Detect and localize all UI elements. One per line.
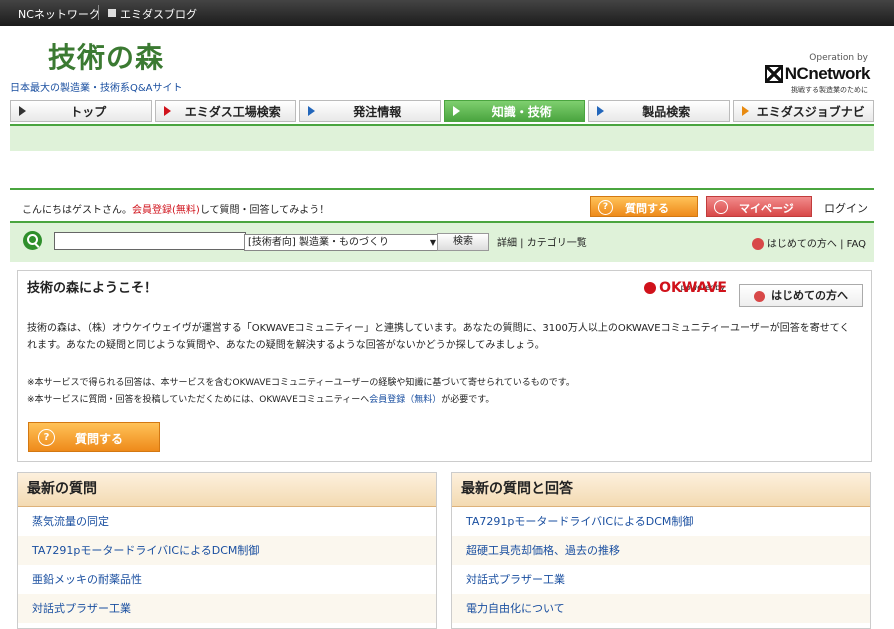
okwave-text: OKWAVE bbox=[659, 280, 727, 296]
okwave-heart-icon bbox=[644, 282, 657, 294]
nav-tab-label: エミダス工場検索 bbox=[184, 104, 281, 119]
arrow-icon bbox=[308, 106, 315, 116]
operation-by-label: Operation by bbox=[809, 53, 868, 63]
welcome-title: 技術の森にようこそ！ bbox=[27, 281, 158, 296]
first-visit-button[interactable]: はじめての方へ bbox=[739, 284, 863, 307]
nav-tab-orders[interactable]: 発注情報 bbox=[299, 100, 441, 122]
category-select[interactable]: [技術者向] 製造業・ものづくり bbox=[244, 234, 440, 251]
okwave-logo[interactable]: OKWAVE bbox=[644, 280, 727, 296]
search-input[interactable] bbox=[54, 232, 246, 250]
nc-logo-icon bbox=[764, 64, 783, 83]
note-text: ※本サービスに質問・回答を投稿していただくためには、OKWAVEコミュニティーへ bbox=[27, 395, 370, 405]
blog-icon bbox=[108, 9, 116, 17]
nav-tab-label: 知識・技術 bbox=[491, 104, 552, 119]
divider bbox=[98, 5, 99, 20]
people-icon bbox=[751, 238, 764, 250]
mypage-button[interactable]: マイページ bbox=[706, 196, 812, 217]
nc-network-logo[interactable]: NCnetwork bbox=[764, 64, 871, 84]
list-item[interactable]: 蒸気流量の同定 bbox=[18, 507, 436, 536]
nav-tab-product-search[interactable]: 製品検索 bbox=[588, 100, 730, 122]
ask-label: 質問する bbox=[625, 202, 669, 215]
emidas-blog-link[interactable]: エミダスブログ bbox=[120, 6, 197, 22]
search-icon bbox=[23, 231, 42, 250]
first-visit-links: はじめての方へ | FAQ bbox=[751, 235, 866, 250]
nc-network-subtitle: 挑戦する製造業のために bbox=[791, 86, 868, 94]
list-item[interactable]: TA7291pモータードライバICによるDCM制御 bbox=[452, 507, 870, 536]
search-links: 詳細 | カテゴリ一覧 bbox=[497, 238, 587, 249]
nc-logo-text: NCnetwork bbox=[784, 64, 871, 83]
search-bar: [技術者向] 製造業・ものづくり 検索 詳細 | カテゴリ一覧 はじめての方へ … bbox=[10, 221, 874, 262]
welcome-note-2: ※本サービスに質問・回答を投稿していただくためには、OKWAVEコミュニティーへ… bbox=[27, 392, 494, 405]
nav-tab-knowledge[interactable]: 知識・技術 bbox=[443, 100, 585, 122]
nc-network-link[interactable]: NCネットワーク bbox=[18, 6, 100, 22]
category-list-link[interactable]: カテゴリ一覧 bbox=[527, 238, 587, 249]
site-logo[interactable]: 技術の森 bbox=[48, 36, 164, 76]
search-button[interactable]: 検索 bbox=[437, 233, 489, 251]
welcome-description: 技術の森は、（株）オウケイウェイヴが運営する「OKWAVEコミュニティー」と連携… bbox=[27, 323, 850, 351]
mypage-label: マイページ bbox=[739, 202, 794, 215]
guest-greeting: こんにちはゲストさん。会員登録(無料)して質問・回答してみよう！ bbox=[22, 201, 329, 216]
question-icon: ? bbox=[598, 200, 613, 215]
welcome-ask-button[interactable]: ? 質問する bbox=[28, 422, 160, 452]
nav-subbar bbox=[10, 124, 874, 151]
panel-title: 最新の質問 bbox=[18, 473, 436, 507]
nav-tab-top[interactable]: トップ bbox=[10, 100, 152, 122]
ask-question-button[interactable]: ? 質問する bbox=[590, 196, 698, 217]
user-icon bbox=[714, 200, 728, 214]
register-link[interactable]: 会員登録(無料) bbox=[132, 205, 200, 216]
nav-tab-factory-search[interactable]: エミダス工場検索 bbox=[154, 100, 296, 122]
panel-title: 最新の質問と回答 bbox=[452, 473, 870, 507]
question-icon: ? bbox=[38, 429, 55, 446]
nav-tab-label: 製品検索 bbox=[642, 104, 691, 119]
arrow-icon bbox=[452, 106, 460, 116]
welcome-panel: 技術の森にようこそ！ poweredby OKWAVE はじめての方へ 技術の森… bbox=[17, 270, 872, 462]
list-item[interactable]: 亜鉛メッキの耐薬品性 bbox=[18, 565, 436, 594]
main-nav: トップ エミダス工場検索 発注情報 知識・技術 製品検索 エミダスジョブナビ bbox=[10, 100, 874, 124]
top-bar: NCネットワーク エミダスブログ bbox=[0, 0, 894, 26]
nav-tab-label: エミダスジョブナビ bbox=[756, 104, 865, 119]
list-item[interactable]: 電力自由化について bbox=[452, 594, 870, 623]
welcome-note-1: ※本サービスで得られる回答は、本サービスを含むOKWAVEコミュニティーユーザー… bbox=[27, 378, 575, 388]
arrow-icon bbox=[163, 106, 171, 116]
latest-answers-panel: 最新の質問と回答 TA7291pモータードライバICによるDCM制御 超硬工具売… bbox=[451, 472, 871, 629]
nav-tab-job-navi[interactable]: エミダスジョブナビ bbox=[732, 100, 874, 122]
site-tagline: 日本最大の製造業・技術系Q&Aサイト bbox=[10, 83, 183, 94]
guest-text-after: して質問・回答してみよう！ bbox=[199, 205, 330, 216]
list-item[interactable]: TA7291pモータードライバICによるDCM制御 bbox=[18, 536, 436, 565]
first-visit-label: はじめての方へ bbox=[771, 289, 848, 302]
nav-tab-label: トップ bbox=[70, 104, 107, 119]
note-text-after: が必要です。 bbox=[441, 395, 495, 405]
ask-label: 質問する bbox=[75, 432, 124, 446]
info-icon bbox=[754, 290, 765, 302]
arrow-icon bbox=[741, 106, 749, 116]
list-item[interactable]: 超硬工具売却価格、過去の推移 bbox=[452, 536, 870, 565]
arrow-icon bbox=[19, 106, 26, 116]
guest-text: こんにちはゲストさん。 bbox=[22, 205, 132, 216]
latest-questions-panel: 最新の質問 蒸気流量の同定 TA7291pモータードライバICによるDCM制御 … bbox=[17, 472, 437, 629]
list-item[interactable]: 対話式プラザー工業 bbox=[18, 594, 436, 623]
note-register-link[interactable]: 会員登録（無料） bbox=[369, 395, 441, 405]
faq-link[interactable]: FAQ bbox=[847, 239, 866, 250]
list-item[interactable]: 対話式プラザー工業 bbox=[452, 565, 870, 594]
arrow-icon bbox=[597, 106, 604, 116]
divider bbox=[10, 188, 874, 190]
login-link[interactable]: ログイン bbox=[824, 200, 868, 216]
nav-tab-label: 発注情報 bbox=[353, 104, 402, 119]
detail-search-link[interactable]: 詳細 bbox=[497, 238, 517, 249]
first-visit-link[interactable]: はじめての方へ bbox=[767, 239, 837, 250]
